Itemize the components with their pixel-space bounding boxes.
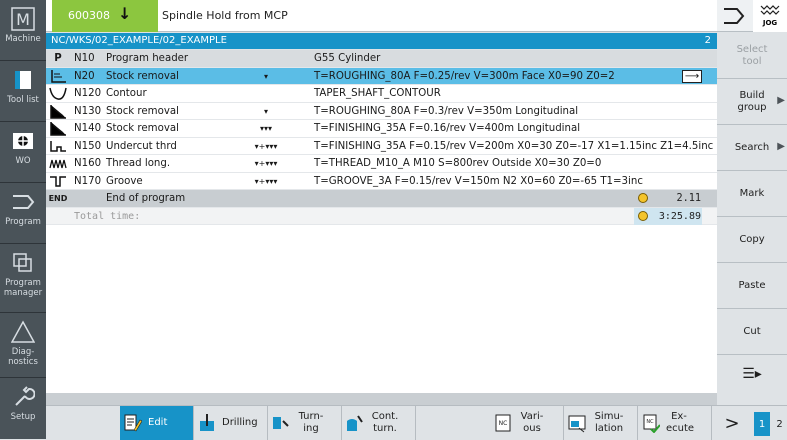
stock-removal-icon xyxy=(51,69,66,83)
table-row-end[interactable]: END End of program 2.11 xyxy=(46,190,717,208)
left-sidebar: M Machine Tool list WO Program Program m… xyxy=(0,0,46,439)
clock-icon xyxy=(638,210,648,221)
contour-turning-icon xyxy=(347,415,363,431)
sidebar-wo[interactable]: WO xyxy=(0,122,46,183)
status-message: Spindle Hold from MCP xyxy=(162,9,288,22)
program-grid[interactable]: P N10 Program header G55 Cylinder N20 St… xyxy=(46,50,717,393)
header-bar: 600308 ↓ Spindle Hold from MCP xyxy=(46,0,717,32)
drilling-icon xyxy=(200,414,214,431)
simulation-icon xyxy=(568,415,586,433)
horizontal-scrollbar[interactable] xyxy=(46,393,717,405)
sidebar-program[interactable]: Program xyxy=(0,183,46,244)
stock-removal-icon xyxy=(50,104,66,119)
program-icon[interactable] xyxy=(723,6,745,26)
sidebar-tool-list[interactable]: Tool list xyxy=(0,61,46,122)
softkey-mark[interactable]: Mark xyxy=(717,171,787,217)
wrench-icon xyxy=(15,386,35,406)
softkey-select-tool[interactable]: Select tool xyxy=(717,33,787,79)
sidebar-program-manager[interactable]: Program manager xyxy=(0,244,46,313)
sidebar-machine[interactable]: M Machine xyxy=(0,0,46,61)
clock-icon xyxy=(638,193,648,203)
sidebar-setup[interactable]: Setup xyxy=(0,378,46,439)
softkey-cut[interactable]: Cut xyxy=(717,309,787,355)
chevron-right-icon: > xyxy=(724,412,740,434)
softkey-edit[interactable]: Edit xyxy=(120,406,194,440)
program-number: 600308 ↓ xyxy=(52,0,158,32)
tool-list-icon xyxy=(15,71,31,89)
svg-text:NC: NC xyxy=(646,419,654,425)
softkey-turning[interactable]: Turn-ing xyxy=(268,406,342,440)
m-letter-icon: M xyxy=(11,7,35,31)
jog-mode-button[interactable]: JOG xyxy=(753,0,787,32)
page-1-indicator[interactable]: 1 xyxy=(754,412,770,436)
chevron-right-icon: ▶ xyxy=(777,141,785,152)
thread-icon xyxy=(49,159,67,169)
table-row[interactable]: N130 Stock removal ▾ T=ROUGHING_80A F=0.… xyxy=(46,103,717,120)
softkey-paste[interactable]: Paste xyxy=(717,263,787,309)
edit-icon xyxy=(124,414,142,432)
execute-icon: NC xyxy=(643,414,660,433)
table-row[interactable]: P N10 Program header G55 Cylinder xyxy=(46,50,717,68)
softkey-next-page[interactable]: > xyxy=(712,406,752,440)
nc-various-icon: NC xyxy=(495,414,511,432)
contour-icon xyxy=(49,87,67,100)
wear-offset-icon xyxy=(13,133,33,149)
sidebar-diagnostics[interactable]: Diag-nostics xyxy=(0,313,46,378)
vertical-softkeys: Select tool Build group ▶ Search ▶ Mark Co… xyxy=(717,33,787,393)
softkey-search[interactable]: Search ▶ xyxy=(717,125,787,171)
total-time-row: Total time: 3:25.89 xyxy=(46,207,717,225)
jump-arrow-icon[interactable]: ⟶ xyxy=(682,69,702,83)
program-path-bar: NC/WKS/02_EXAMPLE/02_EXAMPLE 2 xyxy=(46,33,717,49)
more-lines-icon: ☰▸ xyxy=(742,366,762,382)
softkey-more[interactable]: ☰▸ xyxy=(717,355,787,393)
table-row[interactable]: N150 Undercut thrd ▾+▾▾▾ T=FINISHING_35A… xyxy=(46,138,717,155)
table-row-selected[interactable]: N20 Stock removal ▾ T=ROUGHING_80A F=0.2… xyxy=(46,67,717,85)
undercut-icon xyxy=(50,140,66,152)
svg-text:NC: NC xyxy=(499,420,508,427)
header-right: JOG xyxy=(717,0,787,32)
program-icon xyxy=(13,195,35,209)
table-row[interactable]: N170 Groove ▾+▾▾▾ T=GROOVE_3A F=0.15/rev… xyxy=(46,173,717,190)
groove-icon xyxy=(50,175,66,187)
table-row[interactable]: N140 Stock removal ▾▾▾ T=FINISHING_35A F… xyxy=(46,120,717,138)
softkey-various[interactable]: NC Vari-ous xyxy=(490,406,564,440)
bottom-spacer xyxy=(46,406,120,440)
chevron-right-icon: ▶ xyxy=(777,95,785,106)
softkey-cont-turn[interactable]: Cont. turn. xyxy=(342,406,416,440)
down-arrow-icon: ↓ xyxy=(118,4,132,23)
softkey-spacer xyxy=(717,393,787,405)
softkey-copy[interactable]: Copy xyxy=(717,217,787,263)
page-2-indicator[interactable]: 2 xyxy=(772,412,787,436)
jog-icon xyxy=(760,5,780,15)
diagnostics-icon xyxy=(11,320,35,343)
svg-text:M: M xyxy=(16,10,30,29)
softkey-simulation[interactable]: Simu-lation xyxy=(564,406,638,440)
turning-icon xyxy=(273,417,289,429)
softkey-execute[interactable]: NC Ex-ecute xyxy=(638,406,712,440)
table-row[interactable]: N120 Contour TAPER_SHAFT_CONTOUR xyxy=(46,85,717,103)
softkey-drilling[interactable]: Drilling xyxy=(194,406,268,440)
horizontal-softkeys: Edit Drilling Turn-ing Cont. turn. NC Va… xyxy=(46,405,787,440)
softkey-build-group[interactable]: Build group ▶ xyxy=(717,79,787,125)
table-row[interactable]: N160 Thread long. ▾+▾▾▾ T=THREAD_M10_A M… xyxy=(46,155,717,173)
program-manager-icon xyxy=(13,253,32,272)
stock-removal-icon xyxy=(50,122,66,136)
bottom-gap xyxy=(416,406,490,440)
